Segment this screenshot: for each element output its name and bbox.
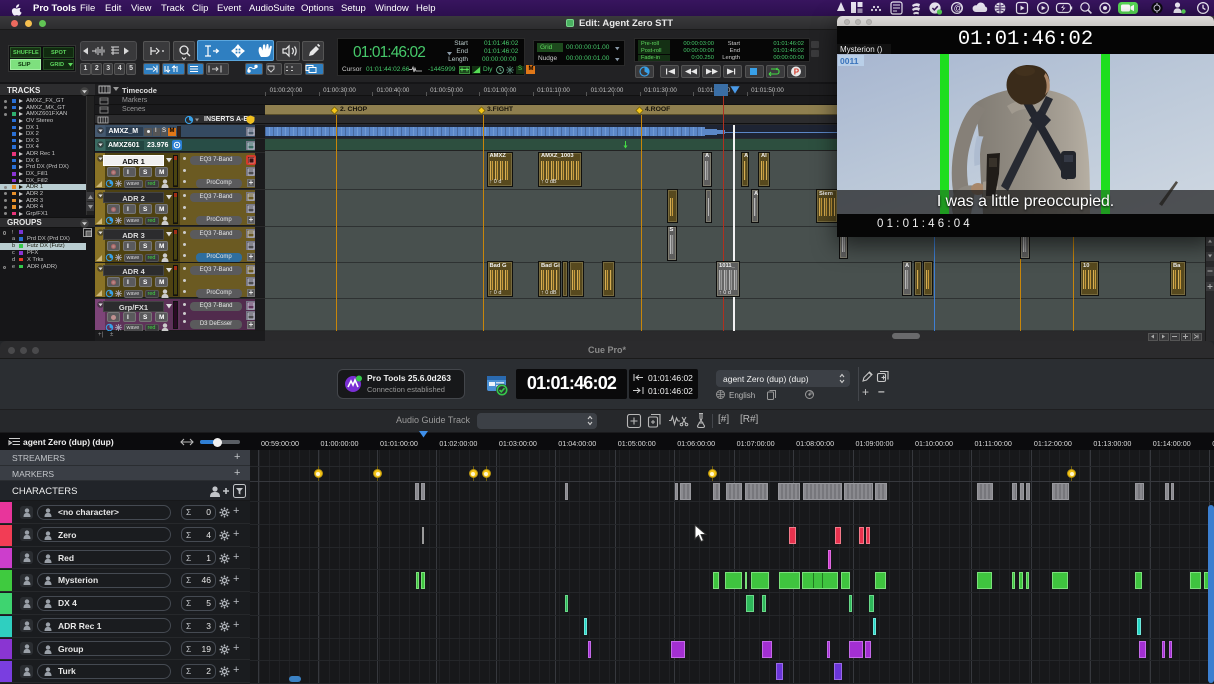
svg-text:P: P (794, 67, 800, 76)
svg-text:@: @ (954, 3, 963, 13)
